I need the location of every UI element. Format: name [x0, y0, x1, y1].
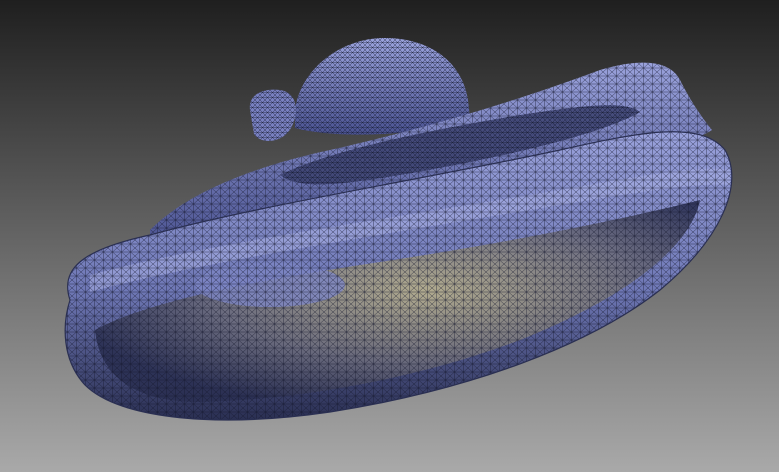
mesh-nub — [249, 89, 296, 141]
mesh-model[interactable] — [0, 0, 779, 472]
mesh-dome — [295, 38, 470, 135]
3d-viewport[interactable] — [0, 0, 779, 472]
